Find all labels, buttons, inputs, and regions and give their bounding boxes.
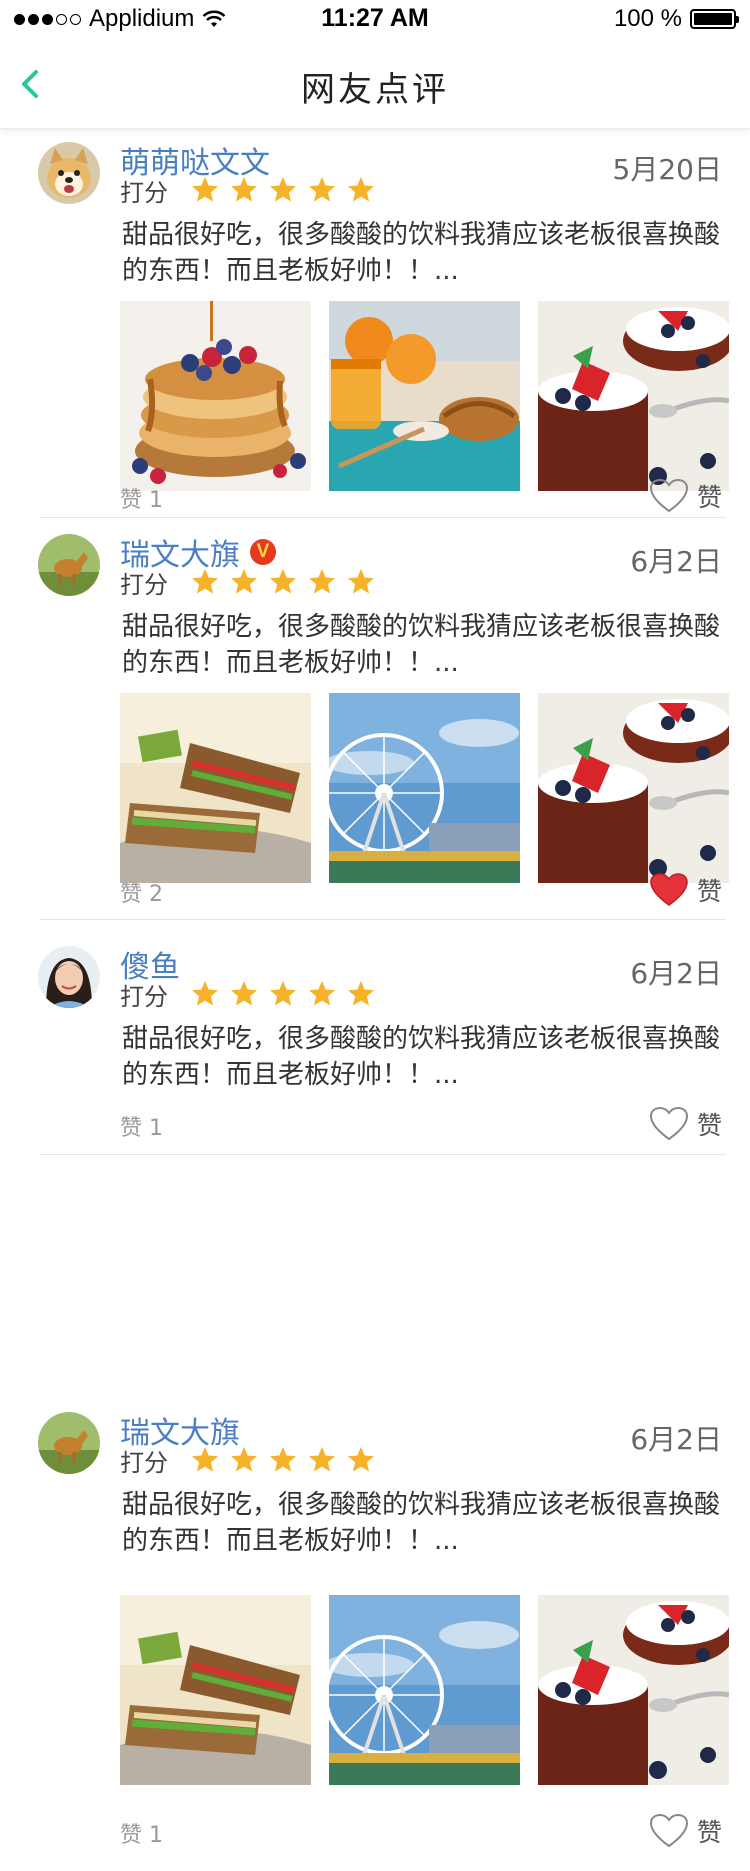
status-bar: Applidium 11:27 AM 100 % (0, 0, 750, 40)
like-count: 赞 1 (120, 488, 163, 513)
star-icon (270, 176, 296, 202)
star-icon (192, 568, 218, 594)
star-icon (192, 176, 218, 202)
review-date: 6月2日 (630, 545, 722, 578)
rating-label: 打分 (120, 983, 168, 1011)
star-icon (309, 176, 335, 202)
avatar[interactable] (38, 534, 100, 596)
like-label: 赞 (696, 483, 722, 512)
photo-breakfast[interactable] (329, 301, 520, 491)
star-icon (231, 176, 257, 202)
avatar[interactable] (38, 946, 100, 1008)
star-icon (270, 568, 296, 594)
review-date: 6月2日 (630, 957, 722, 990)
photo-gallery (120, 693, 729, 883)
divider (40, 517, 726, 518)
review-text: 甜品很好吃，很多酸酸的饮料我猜应该老板很喜换酸的东西！而且老板好帅！！... (122, 612, 721, 678)
divider (40, 1154, 726, 1155)
review-text: 甜品很好吃，很多酸酸的饮料我猜应该老板很喜换酸的东西！而且老板好帅！！... (122, 220, 721, 286)
heart-icon (649, 478, 688, 513)
star-icon (231, 1446, 257, 1472)
star-icon (348, 980, 374, 1006)
like-count: 赞 1 (120, 1116, 163, 1141)
battery-icon (690, 9, 739, 29)
like-label: 赞 (696, 1818, 722, 1847)
like-count: 赞 2 (120, 882, 163, 907)
page-title: 网友点评 (301, 70, 449, 110)
like-button[interactable]: 赞 (649, 872, 722, 908)
like-button[interactable]: 赞 (649, 1813, 722, 1849)
nav-bar: 网友点评 (0, 40, 750, 129)
review-date: 6月2日 (630, 1423, 722, 1456)
like-button[interactable]: 赞 (649, 478, 722, 514)
rating-stars (190, 1445, 376, 1475)
photo-gallery (120, 1595, 729, 1785)
like-count: 赞 1 (120, 1823, 163, 1848)
photo-yogurt[interactable] (538, 1595, 729, 1785)
battery-percent: 100 % (613, 5, 682, 32)
photo-pancakes[interactable] (120, 301, 311, 491)
star-icon (270, 980, 296, 1006)
like-label: 赞 (696, 877, 722, 906)
rating-label: 打分 (120, 1449, 168, 1477)
divider (40, 919, 726, 920)
star-icon (231, 568, 257, 594)
star-icon (192, 1446, 218, 1472)
photo-yogurt[interactable] (538, 301, 729, 491)
rating-stars (190, 567, 376, 597)
star-icon (348, 568, 374, 594)
star-icon (270, 1446, 296, 1472)
review-text: 甜品很好吃，很多酸酸的饮料我猜应该老板很喜换酸的东西！而且老板好帅！！... (122, 1490, 721, 1556)
photo-ferris-wheel[interactable] (329, 1595, 520, 1785)
rating-label: 打分 (120, 179, 168, 207)
review-item: 萌萌哒文文 5月20日 打分 甜品很好吃，很多酸酸的饮料我猜应该老板很喜换酸的东… (0, 128, 750, 518)
review-item: 瑞文大旗 6月2日 打分 甜品很好吃，很多酸酸的饮料我猜应该老板很喜换酸的东西！… (0, 1400, 750, 1870)
verified-badge: V (250, 539, 276, 565)
photo-ferris-wheel[interactable] (329, 693, 520, 883)
like-button[interactable]: 赞 (649, 1106, 722, 1142)
star-icon (231, 980, 257, 1006)
star-icon (348, 176, 374, 202)
rating-stars (190, 175, 376, 205)
star-icon (309, 568, 335, 594)
review-date: 5月20日 (612, 153, 722, 186)
rating-label: 打分 (120, 571, 168, 599)
heart-icon (649, 1106, 688, 1141)
photo-gallery (120, 301, 729, 491)
avatar[interactable] (38, 142, 100, 204)
like-label: 赞 (696, 1111, 722, 1140)
review-item: 傻鱼 6月2日 打分 甜品很好吃，很多酸酸的饮料我猜应该老板很喜换酸的东西！而且… (0, 930, 750, 1155)
star-icon (192, 980, 218, 1006)
heart-icon (649, 1813, 688, 1848)
avatar[interactable] (38, 1412, 100, 1474)
review-item: 瑞文大旗 V 6月2日 打分 甜品很好吃，很多酸酸的饮料我猜应该老板很喜换酸的东… (0, 520, 750, 920)
rating-stars (190, 979, 376, 1009)
photo-yogurt[interactable] (538, 693, 729, 883)
star-icon (309, 980, 335, 1006)
photo-sandwich[interactable] (120, 693, 311, 883)
heart-icon (650, 873, 688, 906)
photo-sandwich[interactable] (120, 1595, 311, 1785)
star-icon (309, 1446, 335, 1472)
review-text: 甜品很好吃，很多酸酸的饮料我猜应该老板很喜换酸的东西！而且老板好帅！！... (122, 1024, 721, 1090)
star-icon (348, 1446, 374, 1472)
